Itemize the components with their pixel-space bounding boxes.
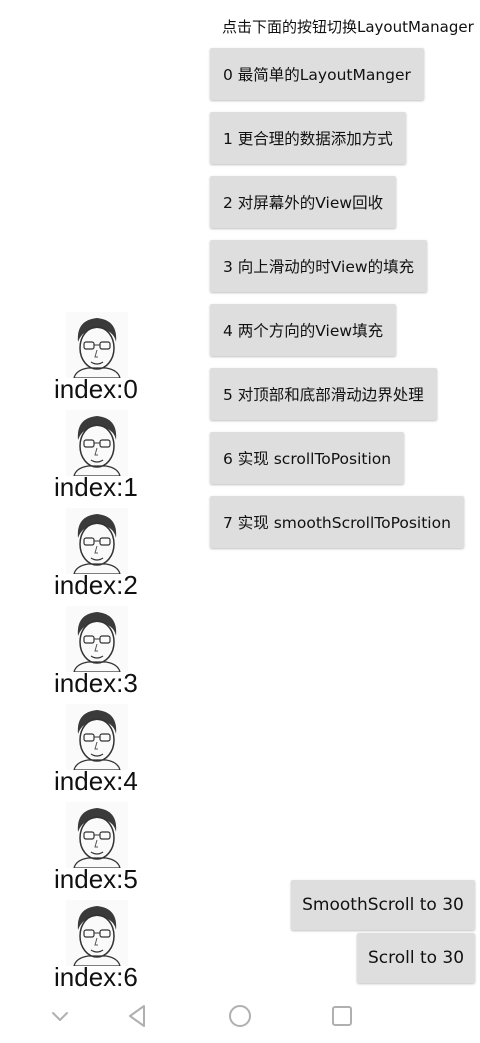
menu-button-5[interactable]: 5 对顶部和底部滑动边界处理	[210, 368, 437, 420]
avatar-icon	[66, 802, 128, 868]
item-label: index:2	[54, 570, 138, 600]
avatar-icon	[66, 900, 128, 966]
list-item[interactable]: index:2	[0, 506, 200, 604]
avatar-icon	[66, 606, 128, 672]
list-item[interactable]: index:5	[0, 800, 200, 898]
scroll-button[interactable]: Scroll to 30	[357, 933, 475, 983]
chevron-down-icon[interactable]	[46, 1002, 74, 1030]
header-instruction: 点击下面的按钮切换LayoutManager	[222, 18, 474, 36]
menu-button-0[interactable]: 0 最简单的LayoutManger	[210, 48, 424, 100]
system-nav-bar	[0, 988, 480, 1043]
menu-button-1[interactable]: 1 更合理的数据添加方式	[210, 112, 406, 164]
menu-button-4[interactable]: 4 两个方向的View填充	[210, 304, 397, 356]
smooth-scroll-button[interactable]: SmoothScroll to 30	[291, 880, 475, 930]
menu-button-6[interactable]: 6 实现 scrollToPosition	[210, 432, 405, 484]
item-label: index:1	[54, 472, 138, 502]
list-item[interactable]: index:1	[0, 408, 200, 506]
avatar-icon	[66, 312, 128, 378]
avatar-icon	[66, 410, 128, 476]
item-list[interactable]: index:0 index:1 index:2 index:3 index:4 …	[0, 310, 200, 988]
menu-button-3[interactable]: 3 向上滑动的时View的填充	[210, 240, 428, 292]
item-label: index:3	[54, 668, 138, 698]
avatar-icon	[66, 508, 128, 574]
home-circle-icon[interactable]	[226, 1002, 254, 1030]
list-item[interactable]: index:6	[0, 898, 200, 988]
item-label: index:0	[54, 374, 138, 404]
list-item[interactable]: index:4	[0, 702, 200, 800]
avatar-icon	[66, 704, 128, 770]
menu-button-2[interactable]: 2 对屏幕外的View回收	[210, 176, 397, 228]
item-label: index:5	[54, 864, 138, 894]
recents-square-icon[interactable]	[328, 1002, 356, 1030]
list-item[interactable]: index:3	[0, 604, 200, 702]
back-triangle-icon[interactable]	[124, 1002, 152, 1030]
item-label: index:6	[54, 962, 138, 988]
menu-button-7[interactable]: 7 实现 smoothScrollToPosition	[210, 496, 464, 548]
item-label: index:4	[54, 766, 138, 796]
list-item[interactable]: index:0	[0, 310, 200, 408]
